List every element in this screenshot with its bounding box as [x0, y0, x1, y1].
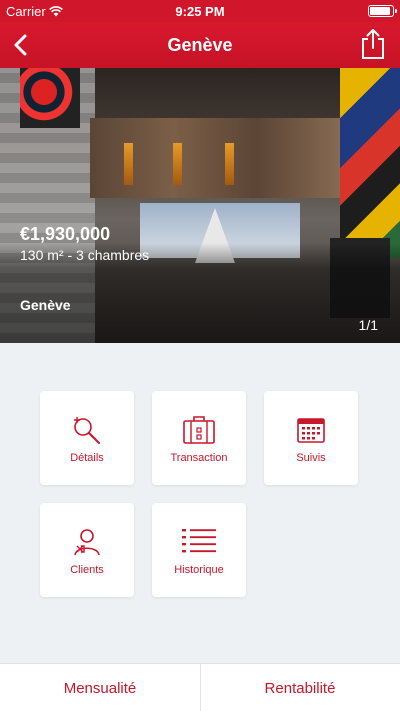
listing-location: Genève [20, 297, 71, 313]
chevron-left-icon [14, 34, 27, 56]
navigation-bar: Genève [0, 22, 400, 68]
photo-lamp [225, 143, 234, 185]
page-title: Genève [167, 35, 233, 55]
tile-label: Détails [70, 452, 104, 464]
battery-icon [368, 5, 397, 17]
photo-painting-right [340, 68, 400, 258]
status-bar: Carrier 9:25 PM [0, 0, 400, 22]
tile-clients[interactable]: Clients [40, 503, 134, 597]
property-photo[interactable]: €1,930,000 130 m² - 3 chambres Genève 1/… [0, 68, 400, 343]
tile-historique[interactable]: Historique [152, 503, 246, 597]
rentabilite-button[interactable]: Rentabilité [200, 664, 400, 711]
tile-label: Transaction [170, 452, 228, 464]
tile-transaction[interactable]: Transaction [152, 391, 246, 485]
share-icon [362, 29, 384, 59]
photo-lamp [173, 143, 182, 185]
listing-details: 130 m² - 3 chambres [20, 247, 150, 263]
photo-lamp [124, 143, 133, 185]
user-icon [74, 529, 100, 556]
search-plus-icon [74, 417, 100, 444]
briefcase-icon [183, 416, 215, 444]
calendar-icon [297, 418, 325, 443]
mensualite-button[interactable]: Mensualité [0, 664, 200, 711]
tile-details[interactable]: Détails [40, 391, 134, 485]
tile-label: Suivis [296, 452, 326, 464]
back-button[interactable] [8, 31, 36, 59]
tile-label: Clients [70, 564, 104, 576]
bottom-bar: Mensualité Rentabilité [0, 663, 400, 711]
tile-suivis[interactable]: Suivis [264, 391, 358, 485]
tile-label: Historique [174, 564, 224, 576]
list-icon [182, 529, 216, 553]
status-time: 9:25 PM [175, 4, 225, 19]
photo-painting-left [20, 68, 80, 128]
photo-counter: 1/1 [358, 317, 378, 333]
share-button[interactable] [360, 28, 386, 60]
listing-price: €1,930,000 [20, 224, 111, 244]
